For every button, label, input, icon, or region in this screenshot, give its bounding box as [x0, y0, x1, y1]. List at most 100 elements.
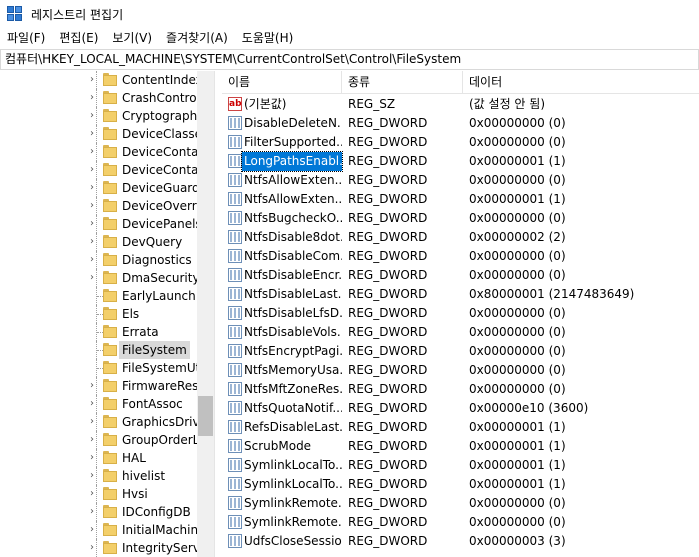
value-row[interactable]: DisableDeleteN... REG_DWORD 0x00000000 (0)	[222, 114, 699, 133]
value-row[interactable]: SymlinkLocalTo... REG_DWORD 0x00000001 (1)	[222, 456, 699, 475]
tree-item[interactable]: › CrashControl	[0, 89, 197, 107]
tree-item[interactable]: › DeviceGuard	[0, 179, 197, 197]
tree-item[interactable]: EarlyLaunch	[0, 287, 197, 305]
tree-item[interactable]: › DeviceClasses	[0, 125, 197, 143]
binary-value-icon	[228, 116, 242, 130]
tree-item[interactable]: › FontAssoc	[0, 395, 197, 413]
value-row[interactable]: FilterSupported... REG_DWORD 0x00000000 (0…	[222, 133, 699, 152]
value-row[interactable]: SymlinkRemote... REG_DWORD 0x00000000 (0)	[222, 513, 699, 532]
value-row[interactable]: NtfsDisableLfsD... REG_DWORD 0x00000000 (0…	[222, 304, 699, 323]
binary-value-icon	[228, 344, 242, 358]
value-row[interactable]: SymlinkRemote... REG_DWORD 0x00000000 (0)	[222, 494, 699, 513]
chevron-right-icon[interactable]: ›	[90, 507, 100, 517]
binary-value-icon	[228, 211, 242, 225]
tree-item[interactable]: › Cryptography	[0, 107, 197, 125]
chevron-right-icon[interactable]: ›	[90, 183, 100, 193]
tree-item[interactable]: FileSystem	[0, 341, 197, 359]
chevron-right-icon[interactable]: ›	[90, 201, 100, 211]
tree-item[interactable]: › ContentIndex	[0, 71, 197, 89]
value-row[interactable]: NtfsBugcheckO... REG_DWORD 0x00000000 (0)	[222, 209, 699, 228]
tree-item-label: FontAssoc	[122, 397, 183, 411]
chevron-right-icon[interactable]: ›	[90, 525, 100, 535]
column-type-header[interactable]: 종류	[342, 71, 463, 94]
chevron-right-icon[interactable]: ›	[90, 471, 100, 481]
tree-item[interactable]: › IDConfigDB	[0, 503, 197, 521]
chevron-right-icon[interactable]: ›	[90, 147, 100, 157]
value-row[interactable]: UdfsCloseSessio... REG_DWORD 0x00000003 (3…	[222, 532, 699, 551]
tree-item[interactable]: › Hvsi	[0, 485, 197, 503]
tree-item[interactable]: › DevQuery	[0, 233, 197, 251]
chevron-right-icon[interactable]: ›	[90, 237, 100, 247]
chevron-right-icon[interactable]: ›	[90, 93, 100, 103]
chevron-right-icon[interactable]: ›	[90, 255, 100, 265]
folder-icon	[103, 361, 117, 374]
chevron-right-icon[interactable]: ›	[90, 75, 100, 85]
chevron-right-icon[interactable]: ›	[90, 381, 100, 391]
tree-item[interactable]: › FirmwareReso	[0, 377, 197, 395]
chevron-right-icon[interactable]: ›	[90, 543, 100, 553]
tree-item[interactable]: › DevicePanels	[0, 215, 197, 233]
value-data: 0x00000001 (1)	[469, 420, 566, 434]
chevron-right-icon[interactable]: ›	[90, 273, 100, 283]
value-row[interactable]: NtfsAllowExten... REG_DWORD 0x00000000 (0)	[222, 171, 699, 190]
menu-edit[interactable]: 편집(E)	[52, 28, 105, 48]
value-row[interactable]: NtfsMemoryUsa... REG_DWORD 0x00000000 (0)	[222, 361, 699, 380]
value-row[interactable]: NtfsAllowExten... REG_DWORD 0x00000001 (1)	[222, 190, 699, 209]
chevron-right-icon[interactable]: ›	[90, 435, 100, 445]
value-type: REG_DWORD	[348, 477, 428, 491]
value-row[interactable]: NtfsDisableCom... REG_DWORD 0x00000000 (0)	[222, 247, 699, 266]
binary-value-icon	[228, 268, 242, 282]
menu-file[interactable]: 파일(F)	[0, 28, 52, 48]
value-row[interactable]: ScrubMode REG_DWORD 0x00000001 (1)	[222, 437, 699, 456]
menu-favorites[interactable]: 즐겨찾기(A)	[159, 28, 235, 48]
folder-icon	[103, 145, 117, 158]
tree-item[interactable]: › DeviceOverrid	[0, 197, 197, 215]
tree-item-label: GroupOrderLis	[122, 433, 197, 447]
value-row[interactable]: NtfsMftZoneRes... REG_DWORD 0x00000000 (0)	[222, 380, 699, 399]
menu-help[interactable]: 도움말(H)	[235, 28, 301, 48]
column-data-header[interactable]: 데이터	[463, 71, 699, 94]
tree-item[interactable]: › hivelist	[0, 467, 197, 485]
tree-item[interactable]: › InitialMachine	[0, 521, 197, 539]
value-row[interactable]: NtfsDisableVols... REG_DWORD 0x00000000 (0…	[222, 323, 699, 342]
tree-item[interactable]: › GroupOrderLis	[0, 431, 197, 449]
chevron-right-icon[interactable]: ›	[90, 219, 100, 229]
chevron-right-icon[interactable]: ›	[90, 399, 100, 409]
value-row[interactable]: ab (기본값) REG_SZ (값 설정 안 됨)	[222, 95, 699, 114]
chevron-right-icon[interactable]: ›	[90, 111, 100, 121]
tree-item[interactable]: › DmaSecurity	[0, 269, 197, 287]
value-row[interactable]: NtfsDisableEncr... REG_DWORD 0x00000000 (0…	[222, 266, 699, 285]
value-row[interactable]: NtfsEncryptPagi... REG_DWORD 0x00000000 (0…	[222, 342, 699, 361]
value-row[interactable]: SymlinkLocalTo... REG_DWORD 0x00000001 (1)	[222, 475, 699, 494]
chevron-right-icon[interactable]: ›	[90, 417, 100, 427]
value-row[interactable]: NtfsQuotaNotif... REG_DWORD 0x00000e10 (36…	[222, 399, 699, 418]
tree-item[interactable]: Els	[0, 305, 197, 323]
value-row[interactable]: NtfsDisable8dot... REG_DWORD 0x00000002 (2…	[222, 228, 699, 247]
chevron-right-icon[interactable]: ›	[90, 165, 100, 175]
tree-scrollbar-thumb[interactable]	[198, 396, 213, 436]
tree-item[interactable]: › DeviceContair	[0, 143, 197, 161]
chevron-right-icon[interactable]: ›	[90, 489, 100, 499]
tree-item[interactable]: › HAL	[0, 449, 197, 467]
address-bar[interactable]: 컴퓨터\HKEY_LOCAL_MACHINE\SYSTEM\CurrentCon…	[0, 49, 699, 70]
tree-item[interactable]: › Diagnostics	[0, 251, 197, 269]
tree-item[interactable]: › IntegrityServic	[0, 539, 197, 557]
tree-item[interactable]: Errata	[0, 323, 197, 341]
menu-view[interactable]: 보기(V)	[105, 28, 159, 48]
value-data: 0x00000000 (0)	[469, 116, 566, 130]
chevron-right-icon[interactable]: ›	[90, 453, 100, 463]
pane-splitter[interactable]	[214, 71, 222, 557]
value-data: 0x00000001 (1)	[469, 458, 566, 472]
tree-item-label: DeviceContair	[122, 145, 197, 159]
tree-item[interactable]: › DeviceContair	[0, 161, 197, 179]
tree-item[interactable]: › GraphicsDrive	[0, 413, 197, 431]
folder-icon	[103, 487, 117, 500]
value-type: REG_DWORD	[348, 382, 428, 396]
tree-scrollbar[interactable]	[197, 71, 214, 557]
column-name-header[interactable]: 이름	[222, 71, 342, 94]
chevron-right-icon[interactable]: ›	[90, 129, 100, 139]
tree-item[interactable]: FileSystemUtil	[0, 359, 197, 377]
value-row[interactable]: RefsDisableLast... REG_DWORD 0x00000001 (1…	[222, 418, 699, 437]
value-row[interactable]: LongPathsEnabl... REG_DWORD 0x00000001 (1)	[222, 151, 699, 172]
value-row[interactable]: NtfsDisableLast... REG_DWORD 0x80000001 (2…	[222, 285, 699, 304]
